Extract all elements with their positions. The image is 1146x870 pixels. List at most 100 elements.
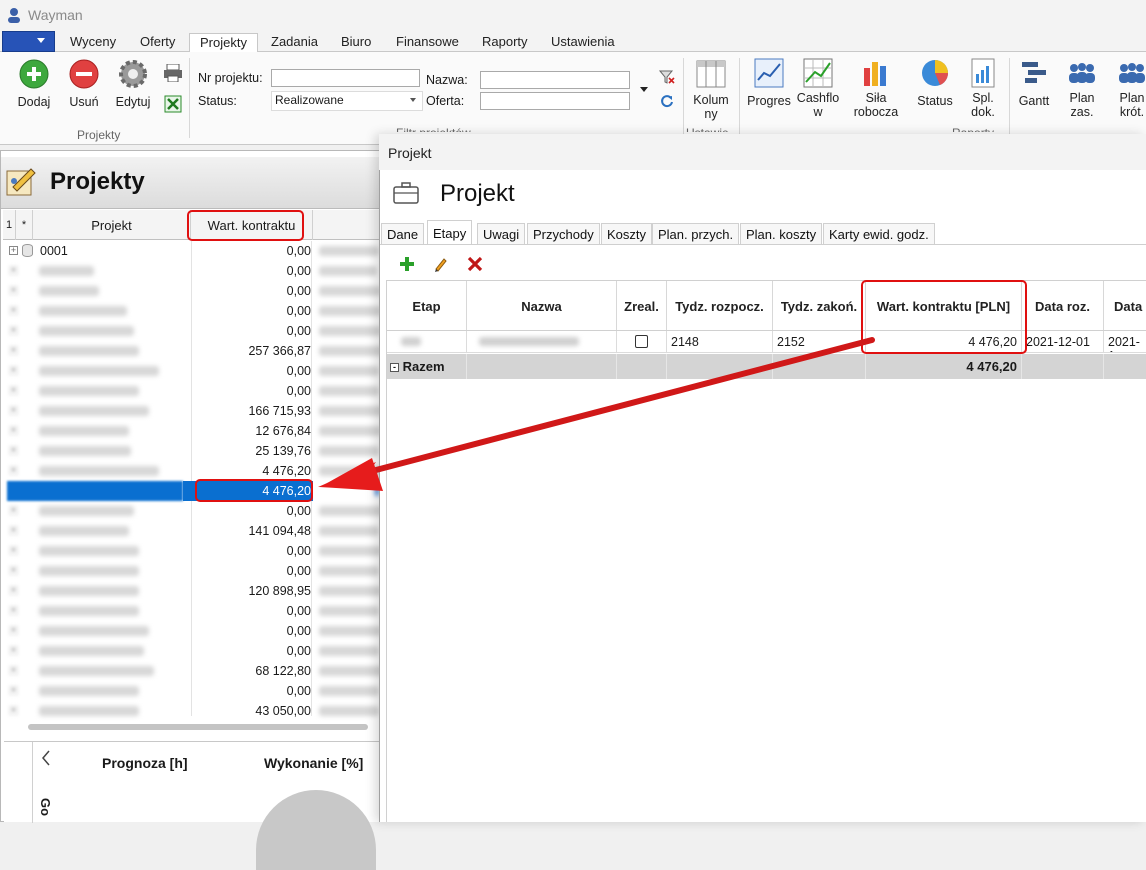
- tab-przychody[interactable]: Przychody: [527, 223, 600, 244]
- expand-icon[interactable]: +: [9, 426, 18, 435]
- tab-projekty[interactable]: Projekty: [189, 33, 258, 53]
- tab-ustawienia[interactable]: Ustawienia: [541, 33, 625, 52]
- spl-dok-button[interactable]: Spl. dok.: [962, 58, 1004, 119]
- table-row[interactable]: +12 676,84: [3, 421, 381, 441]
- chevron-left-icon[interactable]: [40, 750, 52, 766]
- tab-uwagi[interactable]: Uwagi: [477, 223, 526, 244]
- expand-icon[interactable]: +: [9, 446, 18, 455]
- horizontal-scrollbar[interactable]: [28, 724, 368, 730]
- expand-icon[interactable]: +: [9, 586, 18, 595]
- plan-zas-button[interactable]: Plan zas.: [1060, 58, 1104, 119]
- table-row[interactable]: +4 476,20: [3, 461, 381, 481]
- table-row[interactable]: +0,00: [3, 261, 380, 281]
- table-row[interactable]: +257 366,87: [3, 341, 383, 361]
- tab-finansowe[interactable]: Finansowe: [386, 33, 469, 52]
- filter-dropdown-icon[interactable]: [640, 87, 648, 92]
- expand-icon[interactable]: +: [9, 546, 18, 555]
- progres-button[interactable]: Progres: [744, 58, 794, 108]
- table-row[interactable]: +0,00: [3, 601, 380, 621]
- plan-krot-button[interactable]: Plan krót.: [1110, 58, 1146, 119]
- expand-icon[interactable]: +: [9, 386, 18, 395]
- table-row[interactable]: +0,00: [3, 281, 381, 301]
- status-select[interactable]: Realizowane: [271, 91, 423, 111]
- sila-robocza-button[interactable]: Siła robocza: [850, 58, 902, 119]
- table-row[interactable]: +0,00: [3, 541, 381, 561]
- table-row[interactable]: +141 094,48: [3, 521, 380, 541]
- status-report-button[interactable]: Status: [912, 58, 958, 108]
- tab-oferty[interactable]: Oferty: [130, 33, 185, 52]
- pencil-icon[interactable]: [433, 256, 449, 272]
- kolumny-button[interactable]: Kolumny: [688, 58, 734, 121]
- edit-button[interactable]: Edytuj: [110, 58, 156, 109]
- delete-icon[interactable]: [467, 256, 483, 272]
- col-data-roz-header[interactable]: Data roz.: [1022, 281, 1104, 331]
- expand-icon[interactable]: +: [9, 686, 18, 695]
- col-etap-header[interactable]: Etap: [387, 281, 467, 331]
- expand-icon[interactable]: +: [9, 646, 18, 655]
- expand-icon[interactable]: +: [9, 626, 18, 635]
- tab-plan-przych[interactable]: Plan. przych.: [652, 223, 740, 244]
- table-row[interactable]: +0,00: [3, 361, 380, 381]
- expand-icon[interactable]: +: [9, 286, 18, 295]
- excel-export-icon[interactable]: [163, 94, 183, 114]
- zreal-checkbox[interactable]: [635, 335, 648, 348]
- expand-icon[interactable]: +: [9, 606, 18, 615]
- expand-icon[interactable]: +: [9, 526, 18, 535]
- expand-icon[interactable]: +: [9, 306, 18, 315]
- table-row[interactable]: +0,00: [3, 501, 383, 521]
- table-row[interactable]: +0,00: [3, 681, 380, 701]
- app-menu-button[interactable]: [2, 31, 55, 52]
- remove-button[interactable]: Usuń: [62, 58, 106, 109]
- table-row[interactable]: +0,00: [3, 381, 380, 401]
- table-row[interactable]: +25 139,76: [3, 441, 380, 461]
- expand-icon[interactable]: +: [9, 666, 18, 675]
- expand-icon[interactable]: +: [9, 366, 18, 375]
- tab-koszty[interactable]: Koszty: [601, 223, 653, 244]
- expand-icon[interactable]: +: [9, 326, 18, 335]
- expand-icon[interactable]: +: [9, 346, 18, 355]
- expand-icon[interactable]: +: [9, 406, 18, 415]
- table-row[interactable]: +166 715,93: [3, 401, 383, 421]
- col-project-header[interactable]: Projekt: [33, 210, 191, 240]
- tab-wyceny[interactable]: Wyceny: [60, 33, 126, 52]
- oferta-input[interactable]: [480, 92, 630, 110]
- table-row[interactable]: +0001 0,00: [3, 241, 380, 261]
- tab-etapy[interactable]: Etapy: [427, 220, 473, 245]
- cashflow-button[interactable]: Cashflow: [795, 58, 841, 119]
- col-zreal-header[interactable]: Zreal.: [617, 281, 667, 331]
- col-tydz-zakon-header[interactable]: Tydz. zakoń.: [773, 281, 866, 331]
- clear-filter-icon[interactable]: [659, 70, 675, 84]
- col-nazwa-header[interactable]: Nazwa: [467, 281, 617, 331]
- table-row[interactable]: +0,00: [3, 301, 381, 321]
- table-row[interactable]: +0,00: [3, 641, 380, 661]
- expand-icon[interactable]: +: [9, 706, 18, 715]
- nazwa-input[interactable]: [480, 71, 630, 89]
- plus-icon[interactable]: [399, 256, 415, 272]
- table-row[interactable]: +0,00: [3, 621, 381, 641]
- table-row[interactable]: +43 050,00: [3, 701, 380, 721]
- tab-raporty[interactable]: Raporty: [472, 33, 538, 52]
- table-row[interactable]: +0,00: [3, 321, 381, 341]
- add-button[interactable]: Dodaj: [12, 58, 56, 109]
- tab-dane[interactable]: Dane: [381, 223, 425, 244]
- expand-icon[interactable]: +: [9, 246, 18, 255]
- tab-plan-koszty[interactable]: Plan. koszty: [740, 223, 823, 244]
- col-data-header[interactable]: Data: [1104, 281, 1146, 331]
- table-row[interactable]: +0,00: [3, 561, 380, 581]
- table-row[interactable]: 4 476,20: [3, 481, 380, 501]
- tab-karty-ewid[interactable]: Karty ewid. godz.: [823, 223, 935, 244]
- tab-zadania[interactable]: Zadania: [261, 33, 328, 52]
- col-tydz-rozpocz-header[interactable]: Tydz. rozpocz.: [667, 281, 773, 331]
- collapse-icon[interactable]: -: [390, 363, 399, 372]
- table-row[interactable]: +68 122,80: [3, 661, 383, 681]
- table-row[interactable]: +120 898,95: [3, 581, 381, 601]
- printer-icon[interactable]: [163, 64, 183, 82]
- tab-biuro[interactable]: Biuro: [331, 33, 381, 52]
- expand-icon[interactable]: +: [9, 466, 18, 475]
- expand-icon[interactable]: +: [9, 506, 18, 515]
- expand-icon[interactable]: +: [9, 566, 18, 575]
- expand-icon[interactable]: +: [9, 266, 18, 275]
- nr-projektu-input[interactable]: [271, 69, 420, 87]
- refresh-icon[interactable]: [660, 94, 674, 108]
- gantt-button[interactable]: Gantt: [1013, 58, 1055, 108]
